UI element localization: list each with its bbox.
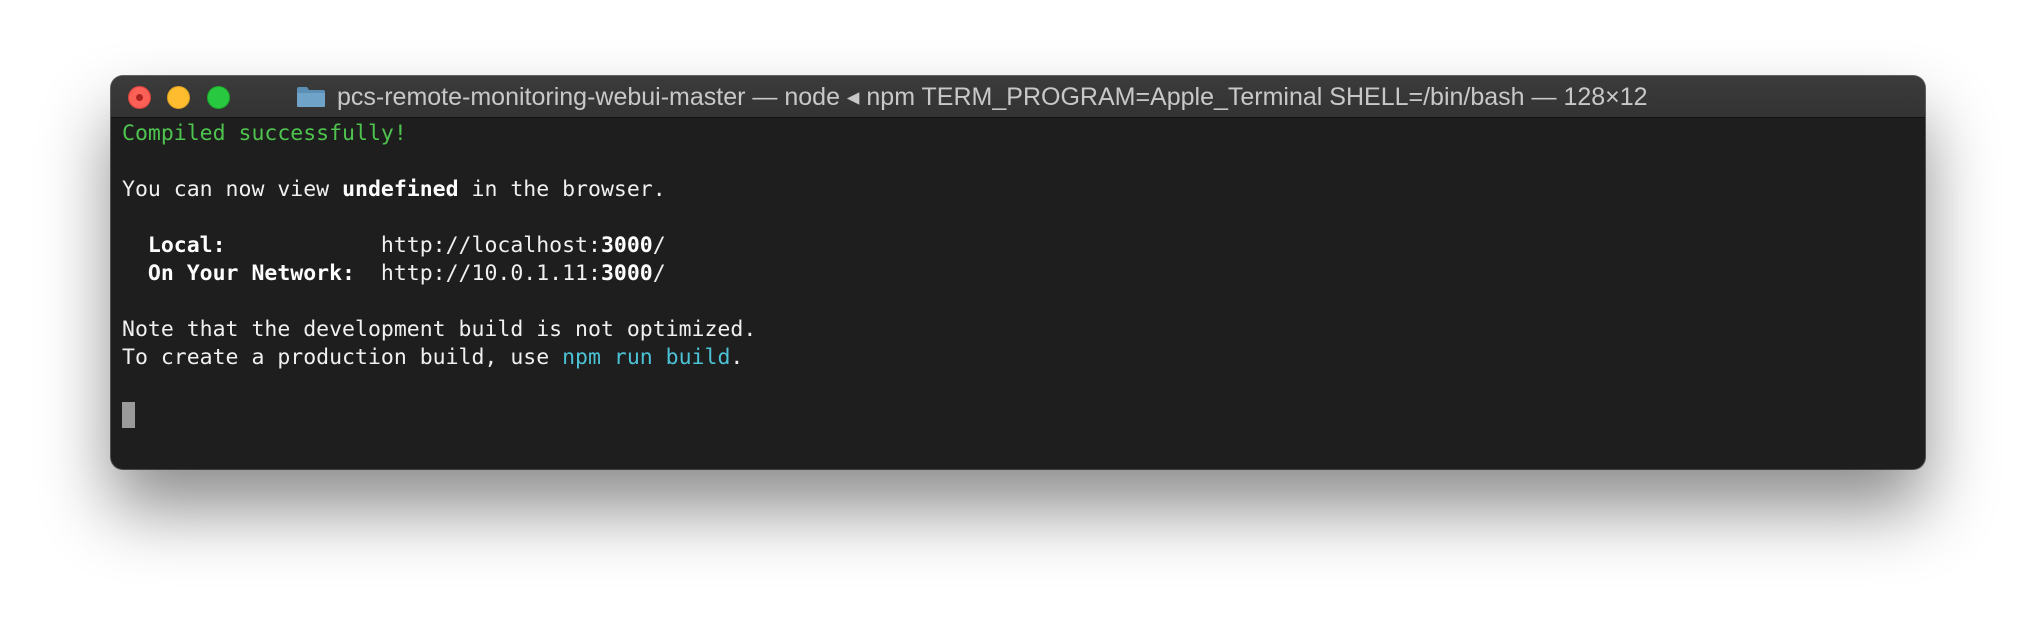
close-button[interactable] — [128, 86, 151, 109]
text-cursor — [122, 402, 135, 428]
terminal-output[interactable]: Compiled successfully! You can now view … — [122, 120, 1915, 469]
local-url-line: Local: http://localhost:3000/ — [122, 233, 666, 258]
note-message: Note that the development build is not o… — [122, 317, 757, 342]
view-message: You can now view undefined in the browse… — [122, 177, 666, 202]
compiled-message: Compiled successfully! — [122, 121, 407, 146]
window-title-text: pcs-remote-monitoring-webui-master — nod… — [337, 83, 1648, 111]
network-url: http://10.0.1.11: — [380, 261, 601, 286]
folder-icon — [297, 87, 325, 107]
network-label: On Your Network: — [122, 261, 381, 286]
local-url: http://localhost: — [380, 233, 601, 258]
app-name: undefined — [342, 177, 459, 202]
local-label: Local: — [122, 233, 381, 258]
title-bar[interactable]: pcs-remote-monitoring-webui-master — nod… — [111, 76, 1925, 118]
build-command: npm run build — [562, 345, 731, 370]
network-url-line: On Your Network: http://10.0.1.11:3000/ — [122, 261, 666, 286]
window-title: pcs-remote-monitoring-webui-master — nod… — [296, 76, 1648, 118]
minimize-button[interactable] — [167, 86, 190, 109]
network-port: 3000 — [600, 261, 653, 286]
production-message: To create a production build, use npm ru… — [122, 345, 744, 370]
zoom-button[interactable] — [207, 86, 230, 109]
terminal-window: pcs-remote-monitoring-webui-master — nod… — [111, 76, 1925, 469]
local-port: 3000 — [600, 233, 653, 258]
prompt-line — [122, 400, 1915, 428]
